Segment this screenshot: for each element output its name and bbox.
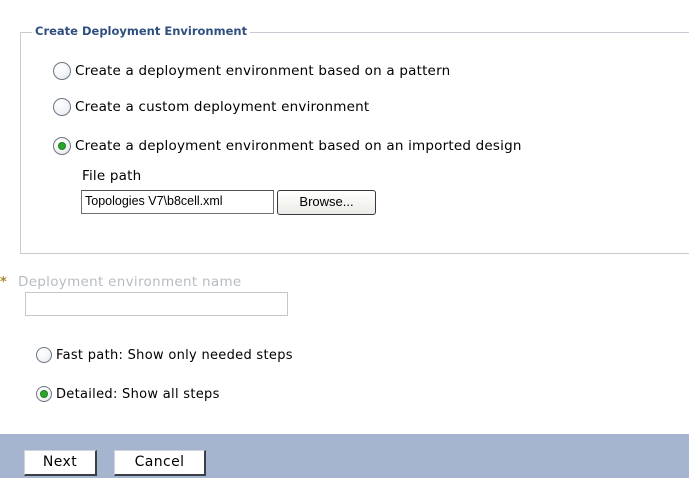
radio-option-detailed[interactable]: Detailed: Show all steps (36, 384, 220, 404)
radio-button-icon[interactable] (36, 347, 52, 363)
radio-option-pattern[interactable]: Create a deployment environment based on… (53, 61, 450, 81)
file-path-input[interactable]: Topologies V7\b8cell.xml (81, 190, 274, 214)
radio-button-selected-icon[interactable] (36, 386, 52, 402)
radio-option-imported-design[interactable]: Create a deployment environment based on… (53, 136, 522, 156)
radio-option-label: Create a custom deployment environment (75, 99, 370, 115)
radio-button-icon[interactable] (53, 62, 71, 80)
file-path-label: File path (82, 168, 142, 184)
radio-button-selected-icon[interactable] (53, 137, 71, 155)
deployment-name-label: Deployment environment name (18, 274, 242, 290)
next-button[interactable]: Next (24, 450, 97, 476)
radio-option-fast-path[interactable]: Fast path: Show only needed steps (36, 345, 293, 365)
group-legend: Create Deployment Environment (32, 24, 251, 38)
cancel-button[interactable]: Cancel (114, 450, 206, 476)
browse-button[interactable]: Browse... (277, 190, 376, 215)
radio-option-label: Create a deployment environment based on… (75, 63, 451, 79)
required-marker-icon: * (0, 275, 7, 290)
footer-bar (0, 434, 689, 478)
radio-option-label: Detailed: Show all steps (56, 386, 220, 402)
deployment-name-input[interactable] (25, 292, 288, 316)
radio-option-label: Create a deployment environment based on… (75, 138, 522, 154)
radio-option-custom[interactable]: Create a custom deployment environment (53, 97, 369, 117)
radio-button-icon[interactable] (53, 98, 71, 116)
radio-option-label: Fast path: Show only needed steps (56, 347, 293, 363)
